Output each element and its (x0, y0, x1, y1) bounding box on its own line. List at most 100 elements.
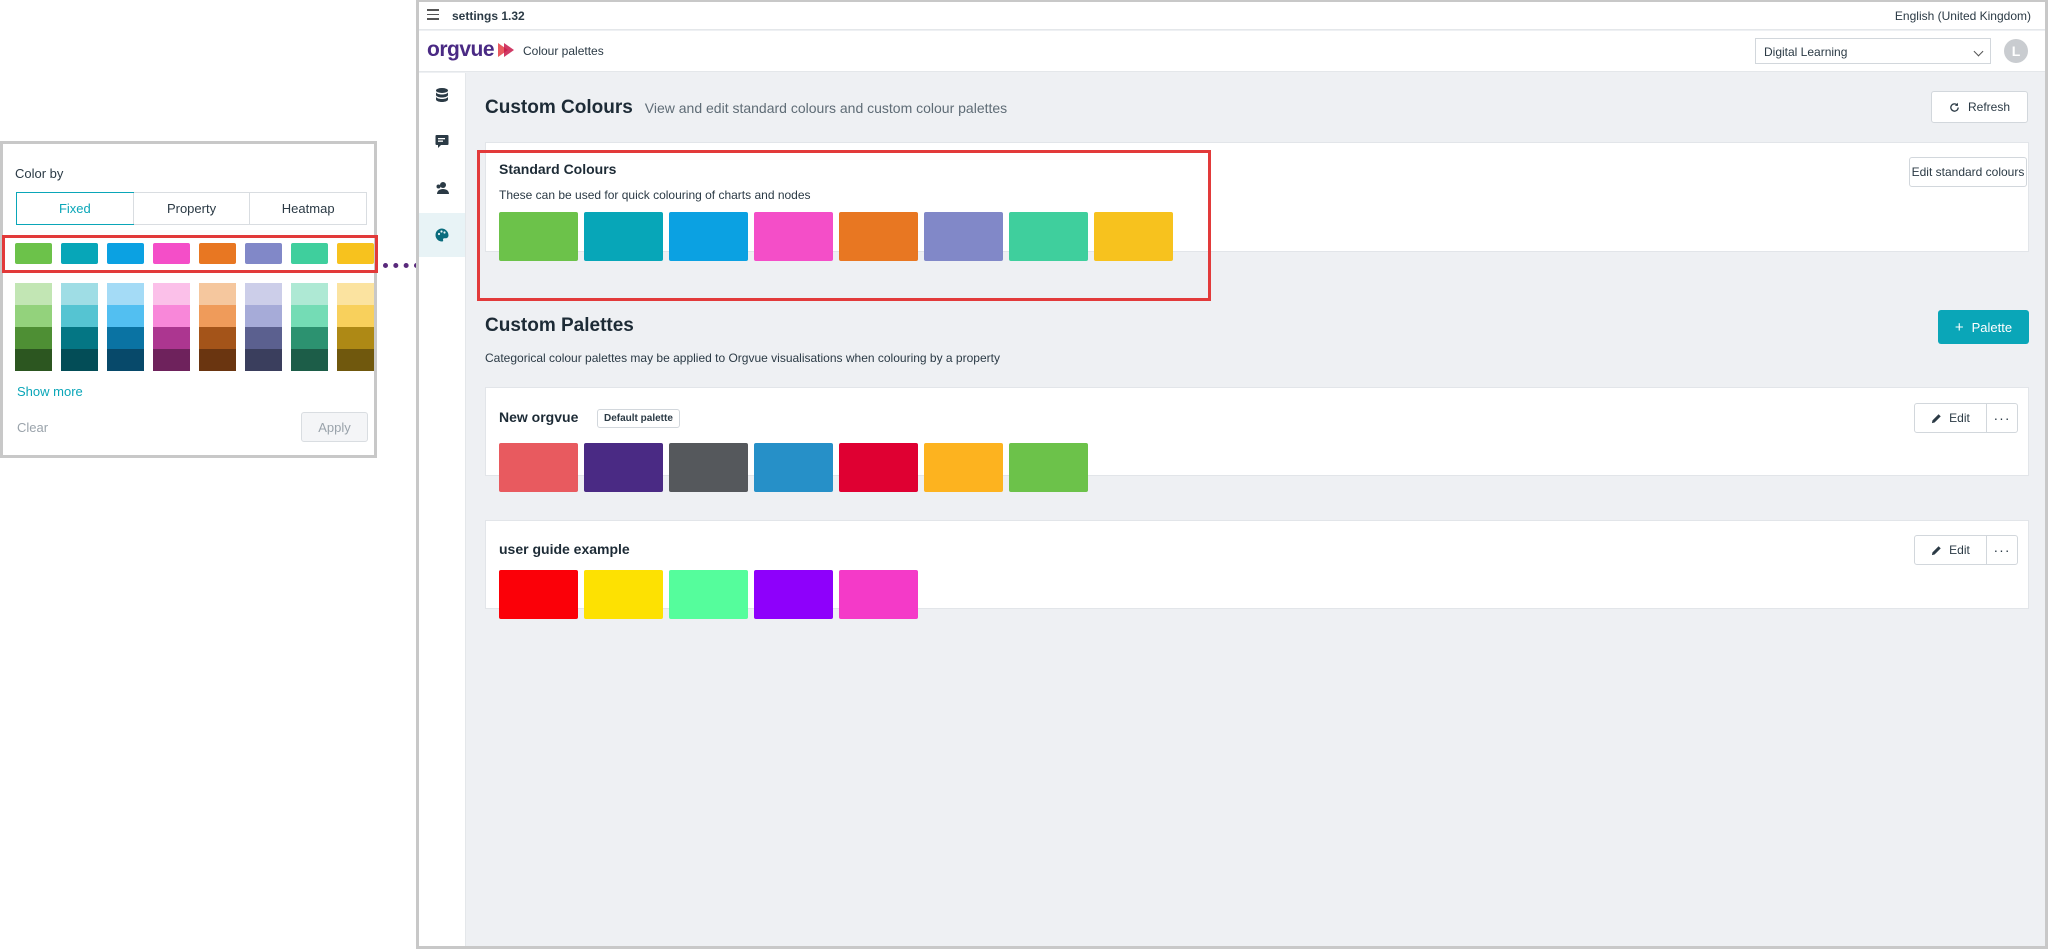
palette-colour-swatch[interactable] (839, 570, 918, 619)
standard-colour-swatch[interactable] (1009, 212, 1088, 261)
shade-swatch[interactable] (337, 327, 374, 349)
palette-colour-swatch[interactable] (499, 443, 578, 492)
tab-property[interactable]: Property (132, 193, 250, 224)
shade-swatch[interactable] (153, 327, 190, 349)
edit-label: Edit (1949, 543, 1970, 557)
sidebar-item-people[interactable] (419, 166, 465, 210)
shade-swatch[interactable] (199, 283, 236, 305)
standard-colour-swatch[interactable] (754, 212, 833, 261)
show-more-link[interactable]: Show more (17, 384, 83, 399)
sidebar-item-palettes[interactable] (419, 213, 465, 257)
shade-swatch[interactable] (61, 327, 98, 349)
edit-label: Edit (1949, 411, 1970, 425)
shade-swatch[interactable] (245, 305, 282, 327)
standard-colour-swatch[interactable] (924, 212, 1003, 261)
people-icon (436, 182, 449, 194)
edit-standard-colours-button[interactable]: Edit standard colours (1909, 157, 2027, 187)
shade-swatch[interactable] (245, 283, 282, 305)
custom-palettes-title: Custom Palettes (485, 315, 634, 336)
refresh-button[interactable]: Refresh (1931, 91, 2028, 123)
shade-column (199, 283, 236, 371)
shade-swatch[interactable] (291, 349, 328, 371)
shade-swatch[interactable] (107, 283, 144, 305)
hamburger-menu-icon[interactable] (427, 9, 439, 21)
shade-swatch[interactable] (153, 305, 190, 327)
standard-colour-swatch[interactable] (839, 212, 918, 261)
top-bar: settings 1.32 English (United Kingdom) (419, 2, 2045, 30)
shade-swatch[interactable] (337, 349, 374, 371)
shade-swatch[interactable] (153, 349, 190, 371)
standard-colours-description: These can be used for quick colouring of… (499, 188, 811, 202)
palette-colour-swatch[interactable] (924, 443, 1003, 492)
shade-swatch[interactable] (15, 283, 52, 305)
shade-swatch[interactable] (337, 305, 374, 327)
shade-swatch[interactable] (199, 327, 236, 349)
palette-colour-swatch[interactable] (754, 570, 833, 619)
language-selector[interactable]: English (United Kingdom) (1895, 9, 2031, 23)
shade-swatch[interactable] (107, 305, 144, 327)
standard-colour-swatches (499, 212, 1173, 261)
edit-palette-button[interactable]: Edit (1915, 536, 1987, 564)
shade-swatch[interactable] (61, 349, 98, 371)
shade-swatch[interactable] (15, 305, 52, 327)
palette-actions: Edit ··· (1914, 403, 2018, 433)
color-by-tabs: Fixed Property Heatmap (16, 192, 367, 225)
palette-swatches (499, 570, 918, 619)
edit-palette-button[interactable]: Edit (1915, 404, 1987, 432)
shade-swatch[interactable] (245, 349, 282, 371)
palette-colour-swatch[interactable] (669, 443, 748, 492)
page-title: Custom Colours (485, 97, 633, 118)
shade-grid (15, 283, 374, 371)
palette-colour-swatch[interactable] (839, 443, 918, 492)
custom-palettes-description: Categorical colour palettes may be appli… (485, 351, 1000, 365)
more-options-button[interactable]: ··· (1987, 404, 2017, 432)
standard-colour-swatch[interactable] (584, 212, 663, 261)
shade-swatch[interactable] (337, 283, 374, 305)
main-content: Custom Colours View and edit standard co… (466, 73, 2045, 946)
shade-column (61, 283, 98, 371)
standard-colour-swatch[interactable] (499, 212, 578, 261)
add-palette-button[interactable]: + Palette (1938, 310, 2029, 344)
shade-column (245, 283, 282, 371)
shade-swatch[interactable] (61, 305, 98, 327)
palette-colour-swatch[interactable] (669, 570, 748, 619)
clear-button[interactable]: Clear (17, 420, 48, 435)
standard-colours-title: Standard Colours (499, 161, 617, 177)
shade-swatch[interactable] (15, 327, 52, 349)
tab-fixed[interactable]: Fixed (16, 192, 134, 225)
shade-swatch[interactable] (61, 283, 98, 305)
sidebar-item-data[interactable] (419, 73, 465, 117)
palette-card-new-orgvue: New orgvue Default palette Edit ··· (485, 387, 2029, 492)
workspace-select[interactable]: Digital Learning (1755, 38, 1991, 64)
palette-colour-swatch[interactable] (584, 443, 663, 492)
refresh-icon (1950, 102, 1959, 112)
palette-colour-swatch[interactable] (499, 570, 578, 619)
refresh-button-label: Refresh (1967, 100, 2011, 114)
palette-colour-swatch[interactable] (584, 570, 663, 619)
page-header: Custom Colours View and edit standard co… (485, 97, 1007, 119)
shade-swatch[interactable] (199, 349, 236, 371)
shade-swatch[interactable] (291, 305, 328, 327)
palette-colour-swatch[interactable] (1009, 443, 1088, 492)
standard-colour-swatch[interactable] (669, 212, 748, 261)
shade-swatch[interactable] (107, 327, 144, 349)
shade-swatch[interactable] (245, 327, 282, 349)
shade-swatch[interactable] (15, 349, 52, 371)
more-options-button[interactable]: ··· (1987, 536, 2017, 564)
tab-heatmap[interactable]: Heatmap (249, 193, 366, 224)
logo-text: orgvue (427, 38, 495, 61)
fixed-row-highlight (2, 235, 378, 273)
pencil-icon (1932, 413, 1941, 423)
shade-swatch[interactable] (199, 305, 236, 327)
shade-swatch[interactable] (153, 283, 190, 305)
shade-swatch[interactable] (291, 283, 328, 305)
shade-swatch[interactable] (107, 349, 144, 371)
sidebar-item-reports[interactable] (419, 119, 465, 163)
workspace-select-value: Digital Learning (1764, 45, 1848, 59)
orgvue-logo[interactable]: orgvue (427, 38, 516, 62)
standard-colour-swatch[interactable] (1094, 212, 1173, 261)
apply-button[interactable]: Apply (301, 412, 368, 442)
shade-swatch[interactable] (291, 327, 328, 349)
palette-colour-swatch[interactable] (754, 443, 833, 492)
avatar[interactable]: L (2004, 39, 2028, 63)
